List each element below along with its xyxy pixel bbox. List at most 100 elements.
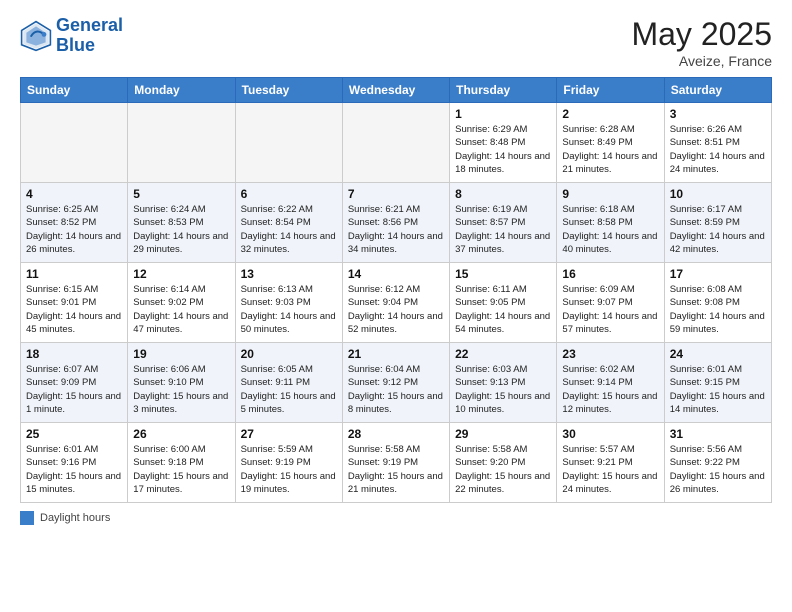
day-info: Sunrise: 5:57 AM Sunset: 9:21 PM Dayligh… xyxy=(562,443,658,496)
calendar-body: 1 Sunrise: 6:29 AM Sunset: 8:48 PM Daylig… xyxy=(21,103,772,503)
day-info: Sunrise: 6:22 AM Sunset: 8:54 PM Dayligh… xyxy=(241,203,337,256)
week-row-0: 1 Sunrise: 6:29 AM Sunset: 8:48 PM Daylig… xyxy=(21,103,772,183)
day-info: Sunrise: 5:58 AM Sunset: 9:20 PM Dayligh… xyxy=(455,443,551,496)
legend-box xyxy=(20,511,34,525)
day-number: 13 xyxy=(241,267,337,281)
calendar-cell: 3Sunrise: 6:26 AM Sunset: 8:51 PM Daylig… xyxy=(664,103,771,183)
day-info: Sunrise: 6:21 AM Sunset: 8:56 PM Dayligh… xyxy=(348,203,444,256)
day-number: 14 xyxy=(348,267,444,281)
calendar-cell: 7 Sunrise: 6:21 AM Sunset: 8:56 PM Daylig… xyxy=(342,183,449,263)
calendar: SundayMondayTuesdayWednesdayThursdayFrid… xyxy=(20,77,772,503)
day-info: Sunrise: 6:29 AM Sunset: 8:48 PM Dayligh… xyxy=(455,123,551,176)
day-number: 10 xyxy=(670,187,766,201)
day-number: 31 xyxy=(670,427,766,441)
logo-icon xyxy=(20,20,52,52)
dow-tuesday: Tuesday xyxy=(235,78,342,103)
day-info: Sunrise: 6:14 AM Sunset: 9:02 PM Dayligh… xyxy=(133,283,229,336)
day-info: Sunrise: 6:19 AM Sunset: 8:57 PM Dayligh… xyxy=(455,203,551,256)
title-block: May 2025 Aveize, France xyxy=(631,16,772,69)
week-row-4: 25Sunrise: 6:01 AM Sunset: 9:16 PM Dayli… xyxy=(21,423,772,503)
day-number: 9 xyxy=(562,187,658,201)
day-number: 8 xyxy=(455,187,551,201)
calendar-cell: 15Sunrise: 6:11 AM Sunset: 9:05 PM Dayli… xyxy=(450,263,557,343)
logo-line1: General xyxy=(56,16,123,36)
day-info: Sunrise: 6:24 AM Sunset: 8:53 PM Dayligh… xyxy=(133,203,229,256)
day-number: 12 xyxy=(133,267,229,281)
day-info: Sunrise: 6:25 AM Sunset: 8:52 PM Dayligh… xyxy=(26,203,122,256)
day-info: Sunrise: 6:26 AM Sunset: 8:51 PM Dayligh… xyxy=(670,123,766,176)
day-number: 17 xyxy=(670,267,766,281)
calendar-cell: 8 Sunrise: 6:19 AM Sunset: 8:57 PM Daylig… xyxy=(450,183,557,263)
day-number: 15 xyxy=(455,267,551,281)
calendar-cell: 1 Sunrise: 6:29 AM Sunset: 8:48 PM Daylig… xyxy=(450,103,557,183)
day-info: Sunrise: 6:17 AM Sunset: 8:59 PM Dayligh… xyxy=(670,203,766,256)
calendar-cell: 24Sunrise: 6:01 AM Sunset: 9:15 PM Dayli… xyxy=(664,343,771,423)
calendar-cell: 17 Sunrise: 6:08 AM Sunset: 9:08 PM Dayli… xyxy=(664,263,771,343)
day-info: Sunrise: 6:06 AM Sunset: 9:10 PM Dayligh… xyxy=(133,363,229,416)
day-number: 1 xyxy=(455,107,551,121)
day-number: 22 xyxy=(455,347,551,361)
calendar-cell: 5 Sunrise: 6:24 AM Sunset: 8:53 PM Daylig… xyxy=(128,183,235,263)
calendar-cell: 18Sunrise: 6:07 AM Sunset: 9:09 PM Dayli… xyxy=(21,343,128,423)
calendar-cell: 19 Sunrise: 6:06 AM Sunset: 9:10 PM Dayli… xyxy=(128,343,235,423)
calendar-cell: 11 Sunrise: 6:15 AM Sunset: 9:01 PM Dayli… xyxy=(21,263,128,343)
calendar-cell: 23 Sunrise: 6:02 AM Sunset: 9:14 PM Dayli… xyxy=(557,343,664,423)
calendar-cell xyxy=(235,103,342,183)
day-info: Sunrise: 6:18 AM Sunset: 8:58 PM Dayligh… xyxy=(562,203,658,256)
dow-saturday: Saturday xyxy=(664,78,771,103)
day-number: 7 xyxy=(348,187,444,201)
calendar-cell xyxy=(128,103,235,183)
calendar-cell: 4Sunrise: 6:25 AM Sunset: 8:52 PM Daylig… xyxy=(21,183,128,263)
day-number: 16 xyxy=(562,267,658,281)
day-info: Sunrise: 6:03 AM Sunset: 9:13 PM Dayligh… xyxy=(455,363,551,416)
calendar-cell: 20 Sunrise: 6:05 AM Sunset: 9:11 PM Dayli… xyxy=(235,343,342,423)
calendar-cell: 13 Sunrise: 6:13 AM Sunset: 9:03 PM Dayli… xyxy=(235,263,342,343)
day-info: Sunrise: 6:28 AM Sunset: 8:49 PM Dayligh… xyxy=(562,123,658,176)
day-info: Sunrise: 6:00 AM Sunset: 9:18 PM Dayligh… xyxy=(133,443,229,496)
calendar-cell: 25Sunrise: 6:01 AM Sunset: 9:16 PM Dayli… xyxy=(21,423,128,503)
dow-thursday: Thursday xyxy=(450,78,557,103)
day-info: Sunrise: 6:08 AM Sunset: 9:08 PM Dayligh… xyxy=(670,283,766,336)
day-number: 19 xyxy=(133,347,229,361)
day-number: 20 xyxy=(241,347,337,361)
day-number: 11 xyxy=(26,267,122,281)
day-number: 26 xyxy=(133,427,229,441)
calendar-cell xyxy=(342,103,449,183)
day-info: Sunrise: 6:15 AM Sunset: 9:01 PM Dayligh… xyxy=(26,283,122,336)
day-number: 25 xyxy=(26,427,122,441)
day-number: 29 xyxy=(455,427,551,441)
calendar-cell: 16Sunrise: 6:09 AM Sunset: 9:07 PM Dayli… xyxy=(557,263,664,343)
day-info: Sunrise: 6:02 AM Sunset: 9:14 PM Dayligh… xyxy=(562,363,658,416)
day-info: Sunrise: 5:58 AM Sunset: 9:19 PM Dayligh… xyxy=(348,443,444,496)
day-info: Sunrise: 6:05 AM Sunset: 9:11 PM Dayligh… xyxy=(241,363,337,416)
week-row-3: 18Sunrise: 6:07 AM Sunset: 9:09 PM Dayli… xyxy=(21,343,772,423)
calendar-cell: 6 Sunrise: 6:22 AM Sunset: 8:54 PM Daylig… xyxy=(235,183,342,263)
calendar-cell: 14 Sunrise: 6:12 AM Sunset: 9:04 PM Dayli… xyxy=(342,263,449,343)
day-number: 5 xyxy=(133,187,229,201)
calendar-cell: 31Sunrise: 5:56 AM Sunset: 9:22 PM Dayli… xyxy=(664,423,771,503)
calendar-cell: 22 Sunrise: 6:03 AM Sunset: 9:13 PM Dayli… xyxy=(450,343,557,423)
header: GeneralBlue May 2025 Aveize, France xyxy=(20,16,772,69)
month-title: May 2025 xyxy=(631,16,772,53)
day-number: 27 xyxy=(241,427,337,441)
dow-wednesday: Wednesday xyxy=(342,78,449,103)
logo-text: GeneralBlue xyxy=(56,16,123,56)
dow-sunday: Sunday xyxy=(21,78,128,103)
page: GeneralBlue May 2025 Aveize, France Sund… xyxy=(0,0,792,612)
calendar-cell: 29 Sunrise: 5:58 AM Sunset: 9:20 PM Dayli… xyxy=(450,423,557,503)
day-info: Sunrise: 6:13 AM Sunset: 9:03 PM Dayligh… xyxy=(241,283,337,336)
day-number: 28 xyxy=(348,427,444,441)
day-info: Sunrise: 6:12 AM Sunset: 9:04 PM Dayligh… xyxy=(348,283,444,336)
day-of-week-row: SundayMondayTuesdayWednesdayThursdayFrid… xyxy=(21,78,772,103)
day-number: 6 xyxy=(241,187,337,201)
dow-friday: Friday xyxy=(557,78,664,103)
legend-label: Daylight hours xyxy=(40,512,110,524)
day-number: 23 xyxy=(562,347,658,361)
logo-line2: Blue xyxy=(56,36,123,56)
footer: Daylight hours xyxy=(20,511,772,525)
calendar-cell: 21Sunrise: 6:04 AM Sunset: 9:12 PM Dayli… xyxy=(342,343,449,423)
day-info: Sunrise: 6:01 AM Sunset: 9:15 PM Dayligh… xyxy=(670,363,766,416)
week-row-2: 11 Sunrise: 6:15 AM Sunset: 9:01 PM Dayli… xyxy=(21,263,772,343)
day-number: 30 xyxy=(562,427,658,441)
location: Aveize, France xyxy=(631,53,772,69)
